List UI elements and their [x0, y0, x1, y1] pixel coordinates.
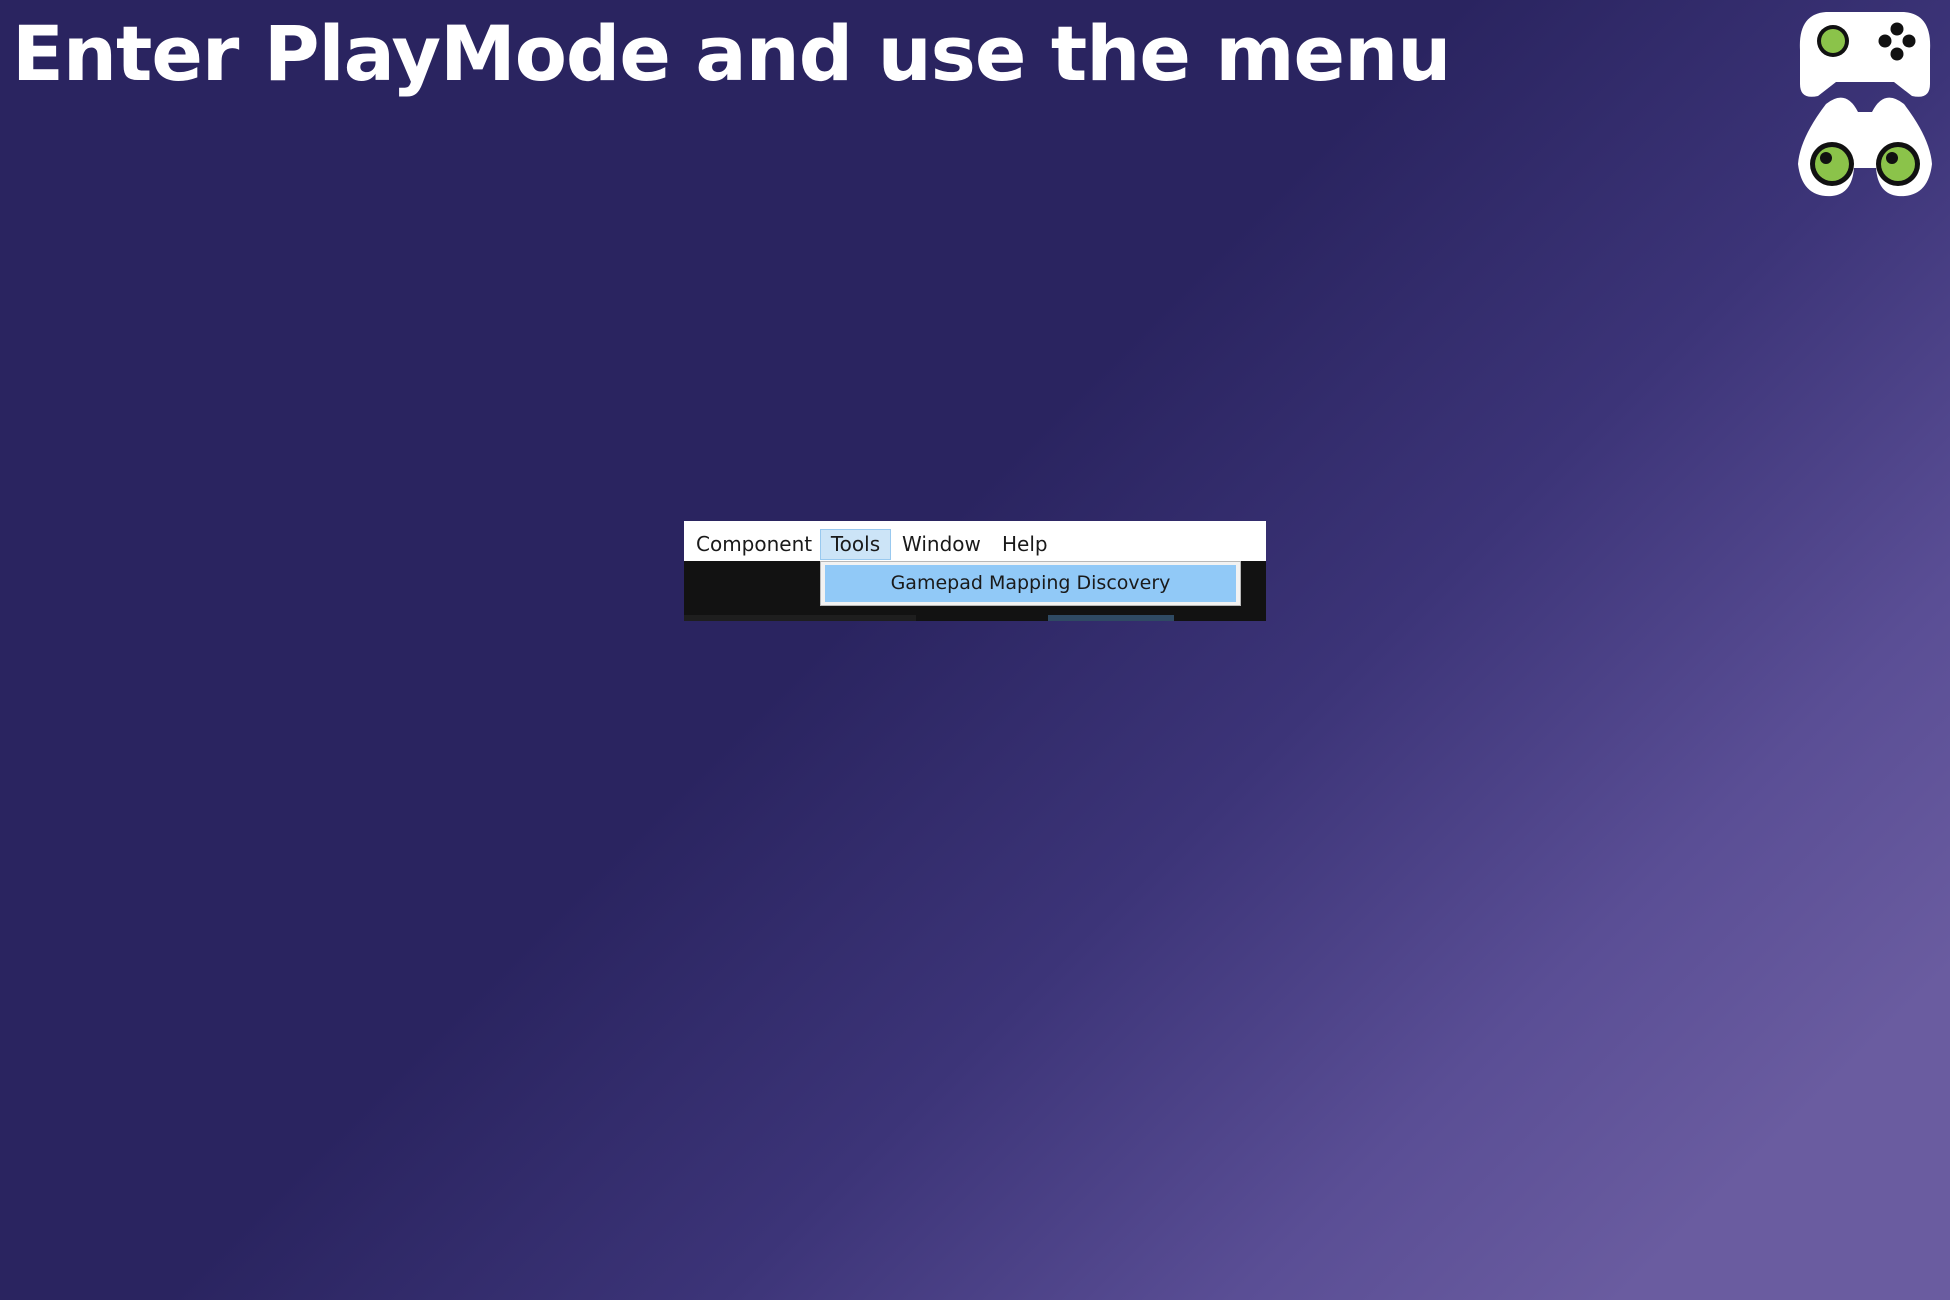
menu-bar: Component Tools Window Help — [684, 521, 1266, 561]
editor-toolbar-tab — [1048, 615, 1174, 621]
menu-help[interactable]: Help — [1002, 529, 1048, 560]
tools-dropdown: Gamepad Mapping Discovery — [820, 561, 1241, 606]
editor-toolbar-strip — [684, 615, 916, 621]
gamepad-mapping-discovery-item[interactable]: Gamepad Mapping Discovery — [825, 565, 1236, 602]
logo-graphic — [1798, 12, 1932, 197]
menu-window[interactable]: Window — [902, 529, 981, 560]
menu-component[interactable]: Component — [696, 529, 812, 560]
editor-menu-screenshot: Component Tools Window Help Gamepad Mapp… — [684, 521, 1266, 621]
page-heading: Enter PlayMode and use the menu — [12, 9, 1451, 98]
logo — [1796, 8, 1934, 198]
gamepad-icon — [1799, 12, 1931, 97]
menu-tools[interactable]: Tools — [820, 529, 891, 560]
binoculars-icon — [1798, 97, 1932, 197]
